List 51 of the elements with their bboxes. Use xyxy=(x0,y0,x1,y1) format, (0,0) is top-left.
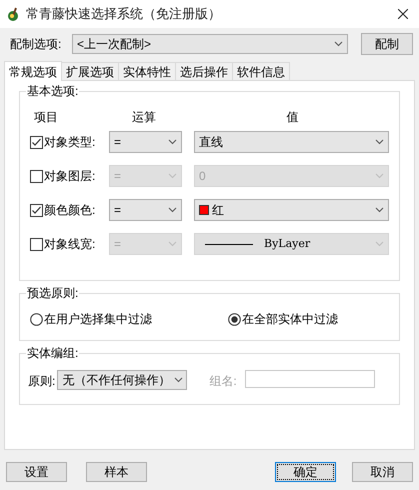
value-dropdown[interactable]: ByLayer xyxy=(194,233,389,255)
chevron-down-icon xyxy=(168,207,177,213)
preset-dropdown[interactable]: <上一次配制> xyxy=(72,34,348,54)
chevron-down-icon xyxy=(375,207,384,213)
configure-button[interactable]: 配制 xyxy=(361,33,413,55)
group-title: 基本选项: xyxy=(26,84,80,98)
tab[interactable]: 选后操作 xyxy=(175,62,233,80)
operator-dropdown[interactable]: = xyxy=(109,131,182,153)
column-header: 运算 xyxy=(131,109,157,126)
rule-dropdown[interactable]: 无（不作任何操作） xyxy=(57,370,188,390)
chevron-down-icon xyxy=(168,241,177,247)
window-title: 常青藤快速选择系统（免注册版） xyxy=(26,5,222,24)
chevron-down-icon xyxy=(375,241,384,247)
value-dropdown[interactable]: 直线 xyxy=(194,131,389,153)
group-title: 实体编组: xyxy=(26,346,80,360)
chevron-down-icon xyxy=(174,377,184,383)
checkbox[interactable] xyxy=(30,136,43,148)
checkbox-label: 对象线宽: xyxy=(43,236,96,253)
tab[interactable]: 实体特性 xyxy=(118,62,176,80)
chevron-down-icon xyxy=(168,139,177,145)
checkbox-label: 对象类型: xyxy=(43,134,96,151)
dialog-button[interactable]: 取消 xyxy=(352,462,413,482)
checkbox[interactable] xyxy=(30,170,43,182)
chevron-down-icon xyxy=(168,173,177,179)
column-header: 项目 xyxy=(33,109,59,126)
radio-button[interactable] xyxy=(30,312,43,326)
tab[interactable]: 常规选项 xyxy=(4,61,62,81)
preset-label: 配制选项: xyxy=(10,36,62,53)
chevron-down-icon xyxy=(375,139,384,145)
checkbox-label: 对象图层: xyxy=(43,168,96,185)
radio-label: 在全部实体中过滤 xyxy=(242,311,338,328)
chevron-down-icon xyxy=(334,41,343,47)
column-header: 值 xyxy=(286,109,300,126)
tab[interactable]: 软件信息 xyxy=(232,62,290,80)
value-dropdown[interactable]: 红 xyxy=(194,199,389,221)
group-title: 预选原则: xyxy=(26,286,80,300)
app-icon xyxy=(6,6,20,22)
radio-label: 在用户选择集中过滤 xyxy=(44,311,152,328)
dialog-button[interactable]: 样本 xyxy=(86,462,147,482)
checkbox[interactable] xyxy=(30,238,43,250)
dialog-button[interactable]: 设置 xyxy=(6,462,67,482)
group-name-field[interactable] xyxy=(244,370,375,388)
tab[interactable]: 扩展选项 xyxy=(61,62,119,80)
operator-dropdown[interactable]: = xyxy=(109,199,182,221)
checkbox[interactable] xyxy=(30,204,43,216)
chevron-down-icon xyxy=(375,173,384,179)
dialog-button[interactable]: 确定 xyxy=(275,462,336,482)
checkbox-label: 颜色颜色: xyxy=(43,202,96,219)
radio-button[interactable] xyxy=(228,312,241,326)
group-name-label: 组名: xyxy=(209,373,237,390)
rule-label: 原则: xyxy=(28,373,56,390)
